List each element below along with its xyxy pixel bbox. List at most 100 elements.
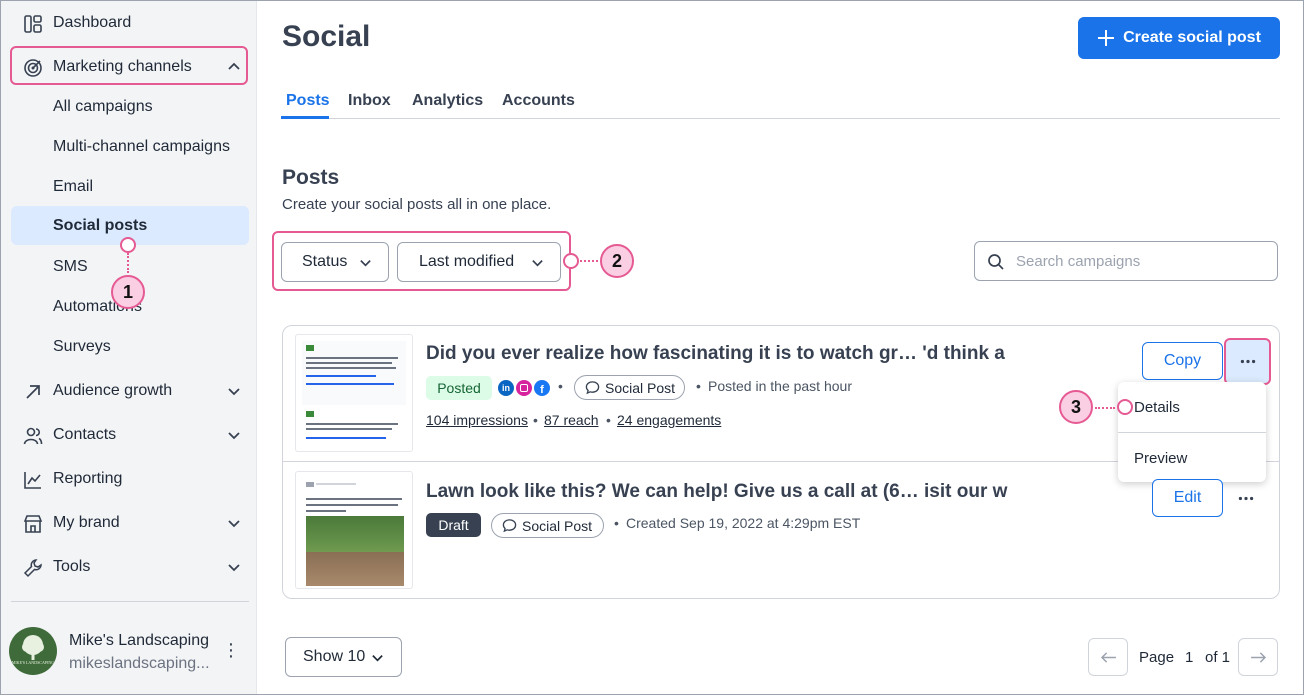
page-size-dropdown[interactable]: Show 10 (285, 637, 402, 677)
chevron-down-icon (228, 432, 240, 440)
create-social-post-button[interactable]: Create social post (1078, 17, 1280, 59)
separator-dot: • (558, 378, 563, 394)
sidebar-item-label: Audience growth (53, 382, 173, 399)
sidebar-item-audience-growth[interactable]: Audience growth (11, 372, 249, 410)
chart-icon (24, 472, 41, 489)
sidebar-item-reporting[interactable]: Reporting (11, 460, 249, 498)
highlight-filters (272, 231, 571, 291)
store-icon (23, 515, 43, 533)
tree-logo-icon (22, 635, 44, 660)
sidebar-item-dashboard[interactable]: Dashboard (11, 4, 249, 42)
create-social-post-label: Create social post (1123, 29, 1261, 46)
arrow-right-icon (1250, 651, 1266, 663)
sidebar-item-tools[interactable]: Tools (11, 548, 249, 586)
chevron-down-icon (228, 520, 240, 528)
next-page-button[interactable] (1238, 638, 1278, 676)
account-more-icon[interactable]: · · · (223, 634, 239, 666)
callout-3-marker: 3 (1059, 390, 1093, 424)
dashboard-icon (24, 15, 42, 33)
page-label: Page (1139, 649, 1175, 666)
menu-item-details[interactable]: Details (1134, 399, 1180, 416)
arrow-up-right-icon (26, 385, 40, 399)
callout-2-marker: 2 (600, 244, 634, 278)
post-title[interactable]: Lawn look like this? We can help! Give u… (426, 481, 1007, 503)
more-actions-button[interactable] (1224, 338, 1271, 385)
post-type-label: Social Post (605, 379, 676, 396)
active-tab-indicator (281, 116, 329, 119)
callout-2-anchor (563, 253, 579, 269)
sidebar-item-label: Contacts (53, 426, 117, 443)
post-thumbnail[interactable] (295, 334, 413, 452)
engagements-link[interactable]: 24 engagements (617, 412, 721, 428)
post-time: Posted in the past hour (708, 378, 852, 394)
reach-link[interactable]: 87 reach (544, 412, 598, 428)
arrow-left-icon (1100, 651, 1116, 663)
page-total: of 1 (1205, 649, 1231, 666)
tab-inbox[interactable]: Inbox (348, 92, 391, 110)
sidebar-subitem-surveys[interactable]: Surveys (11, 328, 249, 366)
menu-item-preview[interactable]: Preview (1134, 450, 1187, 467)
callout-1-leader (127, 253, 129, 273)
page-number: 1 (1185, 649, 1194, 666)
page-title: Social (282, 20, 371, 53)
post-time: Created Sep 19, 2022 at 4:29pm EST (626, 515, 861, 531)
account-email: mikeslandscaping... (69, 655, 210, 672)
post-title[interactable]: Did you ever realize how fascinating it … (426, 343, 1005, 365)
chat-bubble-icon (585, 381, 600, 395)
tabs-divider (282, 118, 1280, 119)
copy-button[interactable]: Copy (1142, 342, 1223, 380)
facebook-icon: f (534, 380, 550, 396)
sidebar: Dashboard Marketing channels All campaig… (1, 1, 257, 694)
ellipsis-icon (1238, 496, 1254, 500)
sidebar-divider (11, 601, 249, 602)
sidebar-item-label: Reporting (53, 470, 123, 487)
sidebar-item-label: My brand (53, 514, 120, 531)
separator-dot: • (606, 412, 611, 428)
highlight-marketing-channels (10, 46, 248, 85)
chevron-down-icon (372, 655, 383, 662)
callout-3-leader (1095, 407, 1115, 409)
chevron-down-icon (228, 564, 240, 572)
actions-menu: Details Preview (1118, 382, 1266, 482)
tab-posts[interactable]: Posts (286, 92, 330, 110)
tab-accounts[interactable]: Accounts (502, 92, 575, 110)
search-placeholder: Search campaigns (1016, 253, 1141, 270)
tab-analytics[interactable]: Analytics (412, 92, 483, 110)
sidebar-subitem-all-campaigns[interactable]: All campaigns (11, 88, 249, 126)
sidebar-item-label: Dashboard (53, 14, 132, 31)
contacts-icon (23, 427, 43, 445)
separator-dot: • (696, 378, 701, 394)
post-type-label: Social Post (522, 517, 593, 534)
callout-1-marker: 1 (111, 275, 145, 309)
callout-2-leader (580, 260, 598, 262)
edit-button[interactable]: Edit (1152, 479, 1223, 517)
linkedin-icon: in (498, 380, 514, 396)
previous-page-button[interactable] (1088, 638, 1128, 676)
search-icon (988, 254, 1004, 270)
sidebar-subitem-multi-channel-campaigns[interactable]: Multi-channel campaigns (11, 128, 249, 166)
post-type-chip: Social Post (574, 375, 685, 400)
callout-3-anchor (1117, 399, 1133, 415)
instagram-icon (516, 380, 532, 396)
sidebar-item-my-brand[interactable]: My brand (11, 504, 249, 542)
post-type-chip: Social Post (491, 513, 604, 538)
chat-bubble-icon (502, 519, 517, 533)
sidebar-subitem-email[interactable]: Email (11, 168, 249, 206)
section-subtitle: Create your social posts all in one plac… (282, 196, 552, 213)
wrench-icon (23, 559, 42, 578)
section-title: Posts (282, 166, 340, 189)
account-avatar[interactable]: MIKE'S LANDSCAPING (9, 627, 57, 675)
page-size-label: Show 10 (303, 648, 366, 665)
plus-icon (1098, 30, 1115, 46)
search-input[interactable]: Search campaigns (974, 241, 1278, 281)
more-actions-button[interactable] (1230, 486, 1262, 510)
sidebar-item-contacts[interactable]: Contacts (11, 416, 249, 454)
menu-divider (1118, 432, 1266, 433)
status-badge: Posted (426, 376, 492, 400)
ellipsis-icon (1240, 359, 1255, 364)
separator-dot: • (614, 515, 619, 531)
impressions-link[interactable]: 104 impressions (426, 412, 528, 428)
callout-1-anchor (120, 237, 136, 253)
post-thumbnail[interactable] (295, 471, 413, 589)
status-badge: Draft (426, 513, 481, 537)
